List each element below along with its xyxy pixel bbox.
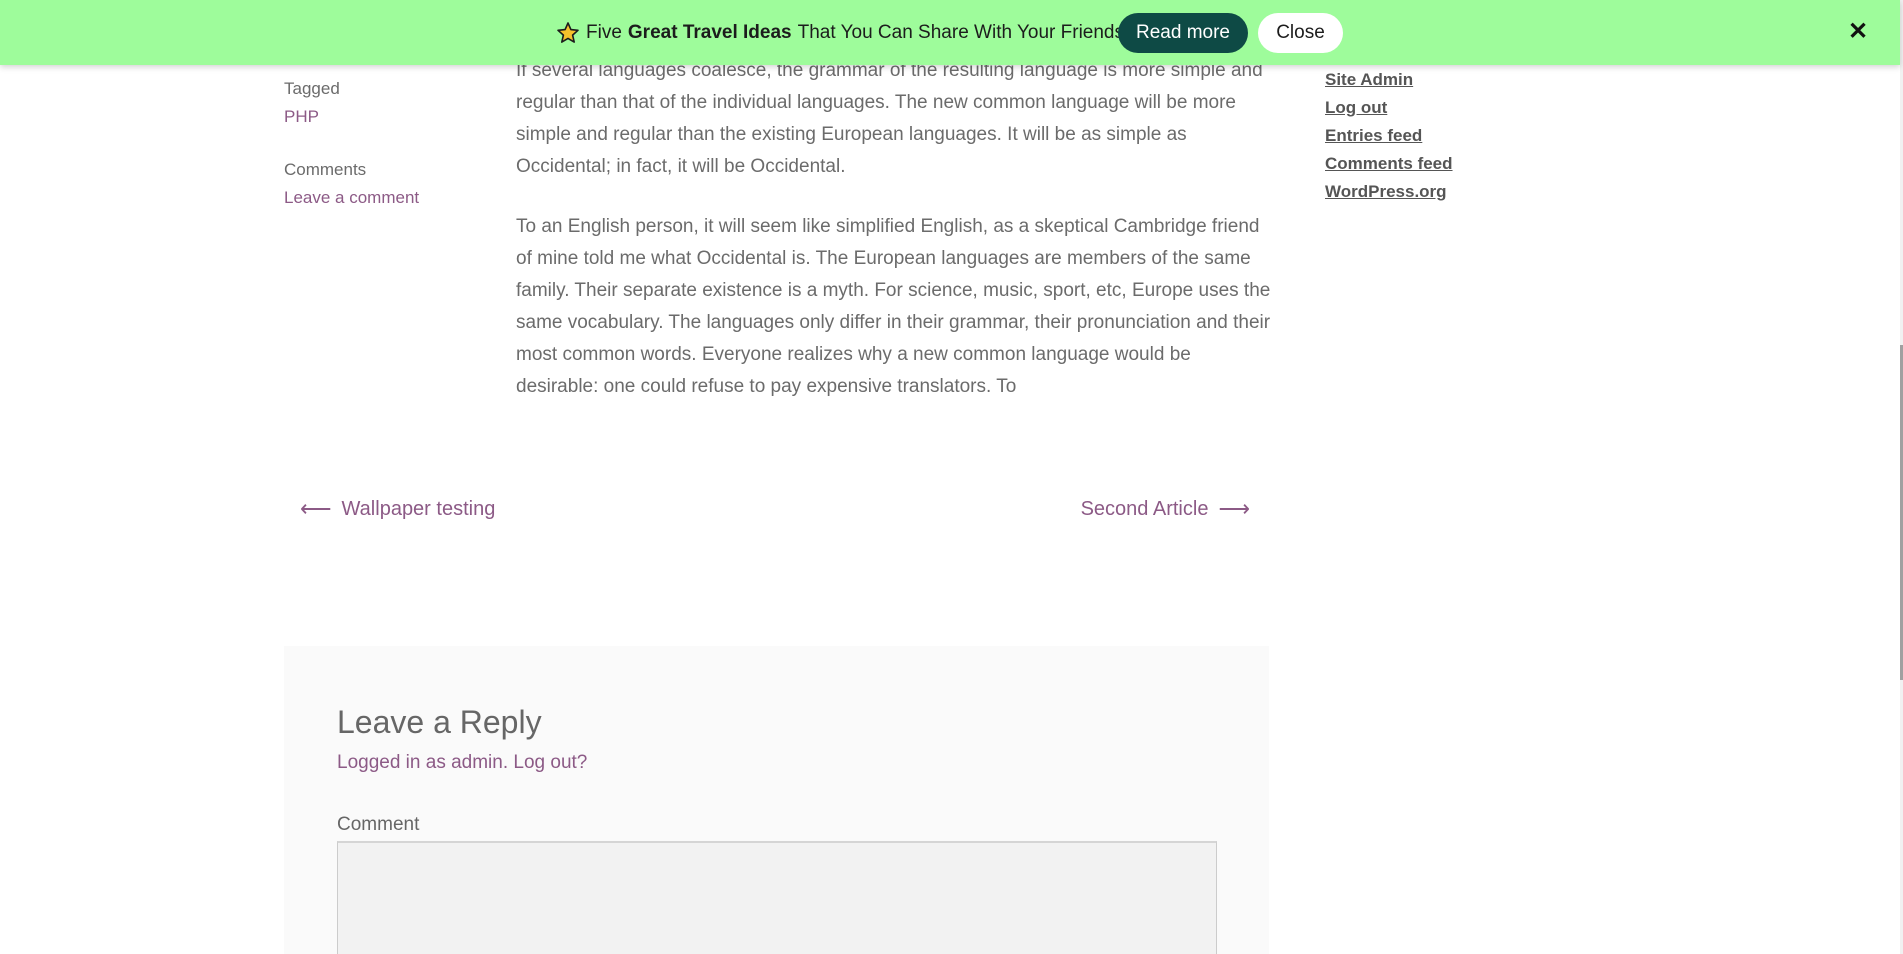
tag-link-php[interactable]: PHP	[284, 103, 340, 131]
next-post-label: Second Article	[1080, 497, 1209, 520]
previous-post-link[interactable]: ⟵ Wallpaper testing	[300, 496, 495, 522]
post-navigation: ⟵ Wallpaper testing Second Article ⟶	[300, 496, 1250, 526]
comments-meta: Comments Leave a comment	[284, 156, 419, 212]
logout-link[interactable]: Log out?	[513, 752, 587, 773]
read-more-button[interactable]: Read more	[1118, 13, 1248, 53]
notification-bar: Five Great Travel Ideas That You Can Sha…	[0, 0, 1900, 65]
tags-meta: Tagged PHP	[284, 75, 340, 131]
star-icon	[557, 22, 579, 43]
sidebar-meta-links: Site Admin Log out Entries feed Comments…	[1325, 66, 1453, 206]
sidebar-link-entries-feed[interactable]: Entries feed	[1325, 122, 1453, 150]
previous-post-label: Wallpaper testing	[341, 497, 496, 520]
leave-comment-link[interactable]: Leave a comment	[284, 184, 419, 212]
comment-label: Comment	[337, 814, 420, 835]
reply-title: Leave a Reply	[337, 704, 542, 740]
notification-message: Five Great Travel Ideas That You Can Sha…	[556, 20, 1129, 46]
close-notice-button[interactable]: Close	[1258, 13, 1343, 53]
comment-textarea[interactable]	[337, 841, 1217, 954]
arrow-left-icon: ⟵	[300, 496, 332, 521]
article-body: If several languages coalesce, the gramm…	[516, 55, 1271, 431]
reply-section: Leave a Reply Logged in as admin. Log ou…	[284, 646, 1269, 954]
comments-label: Comments	[284, 160, 367, 179]
sidebar-link-log-out[interactable]: Log out	[1325, 94, 1453, 122]
logged-in-as-link[interactable]: Logged in as admin.	[337, 752, 508, 773]
article-paragraph: To an English person, it will seem like …	[516, 216, 1271, 397]
logged-in-notice: Logged in as admin. Log out?	[337, 752, 587, 774]
notification-text-after: That You Can Share With Your Friends.	[797, 22, 1130, 43]
notification-text-before: Five	[586, 22, 622, 43]
article-paragraph: If several languages coalesce, the gramm…	[516, 60, 1263, 177]
sidebar-link-wordpress-org[interactable]: WordPress.org	[1325, 178, 1453, 206]
sidebar-link-site-admin[interactable]: Site Admin	[1325, 66, 1453, 94]
next-post-link[interactable]: Second Article ⟶	[1081, 496, 1250, 522]
close-icon[interactable]: ✕	[1847, 20, 1869, 44]
arrow-right-icon: ⟶	[1218, 496, 1250, 521]
tagged-label: Tagged	[284, 79, 340, 98]
notification-text-bold: Great Travel Ideas	[627, 22, 792, 43]
sidebar-link-comments-feed[interactable]: Comments feed	[1325, 150, 1453, 178]
